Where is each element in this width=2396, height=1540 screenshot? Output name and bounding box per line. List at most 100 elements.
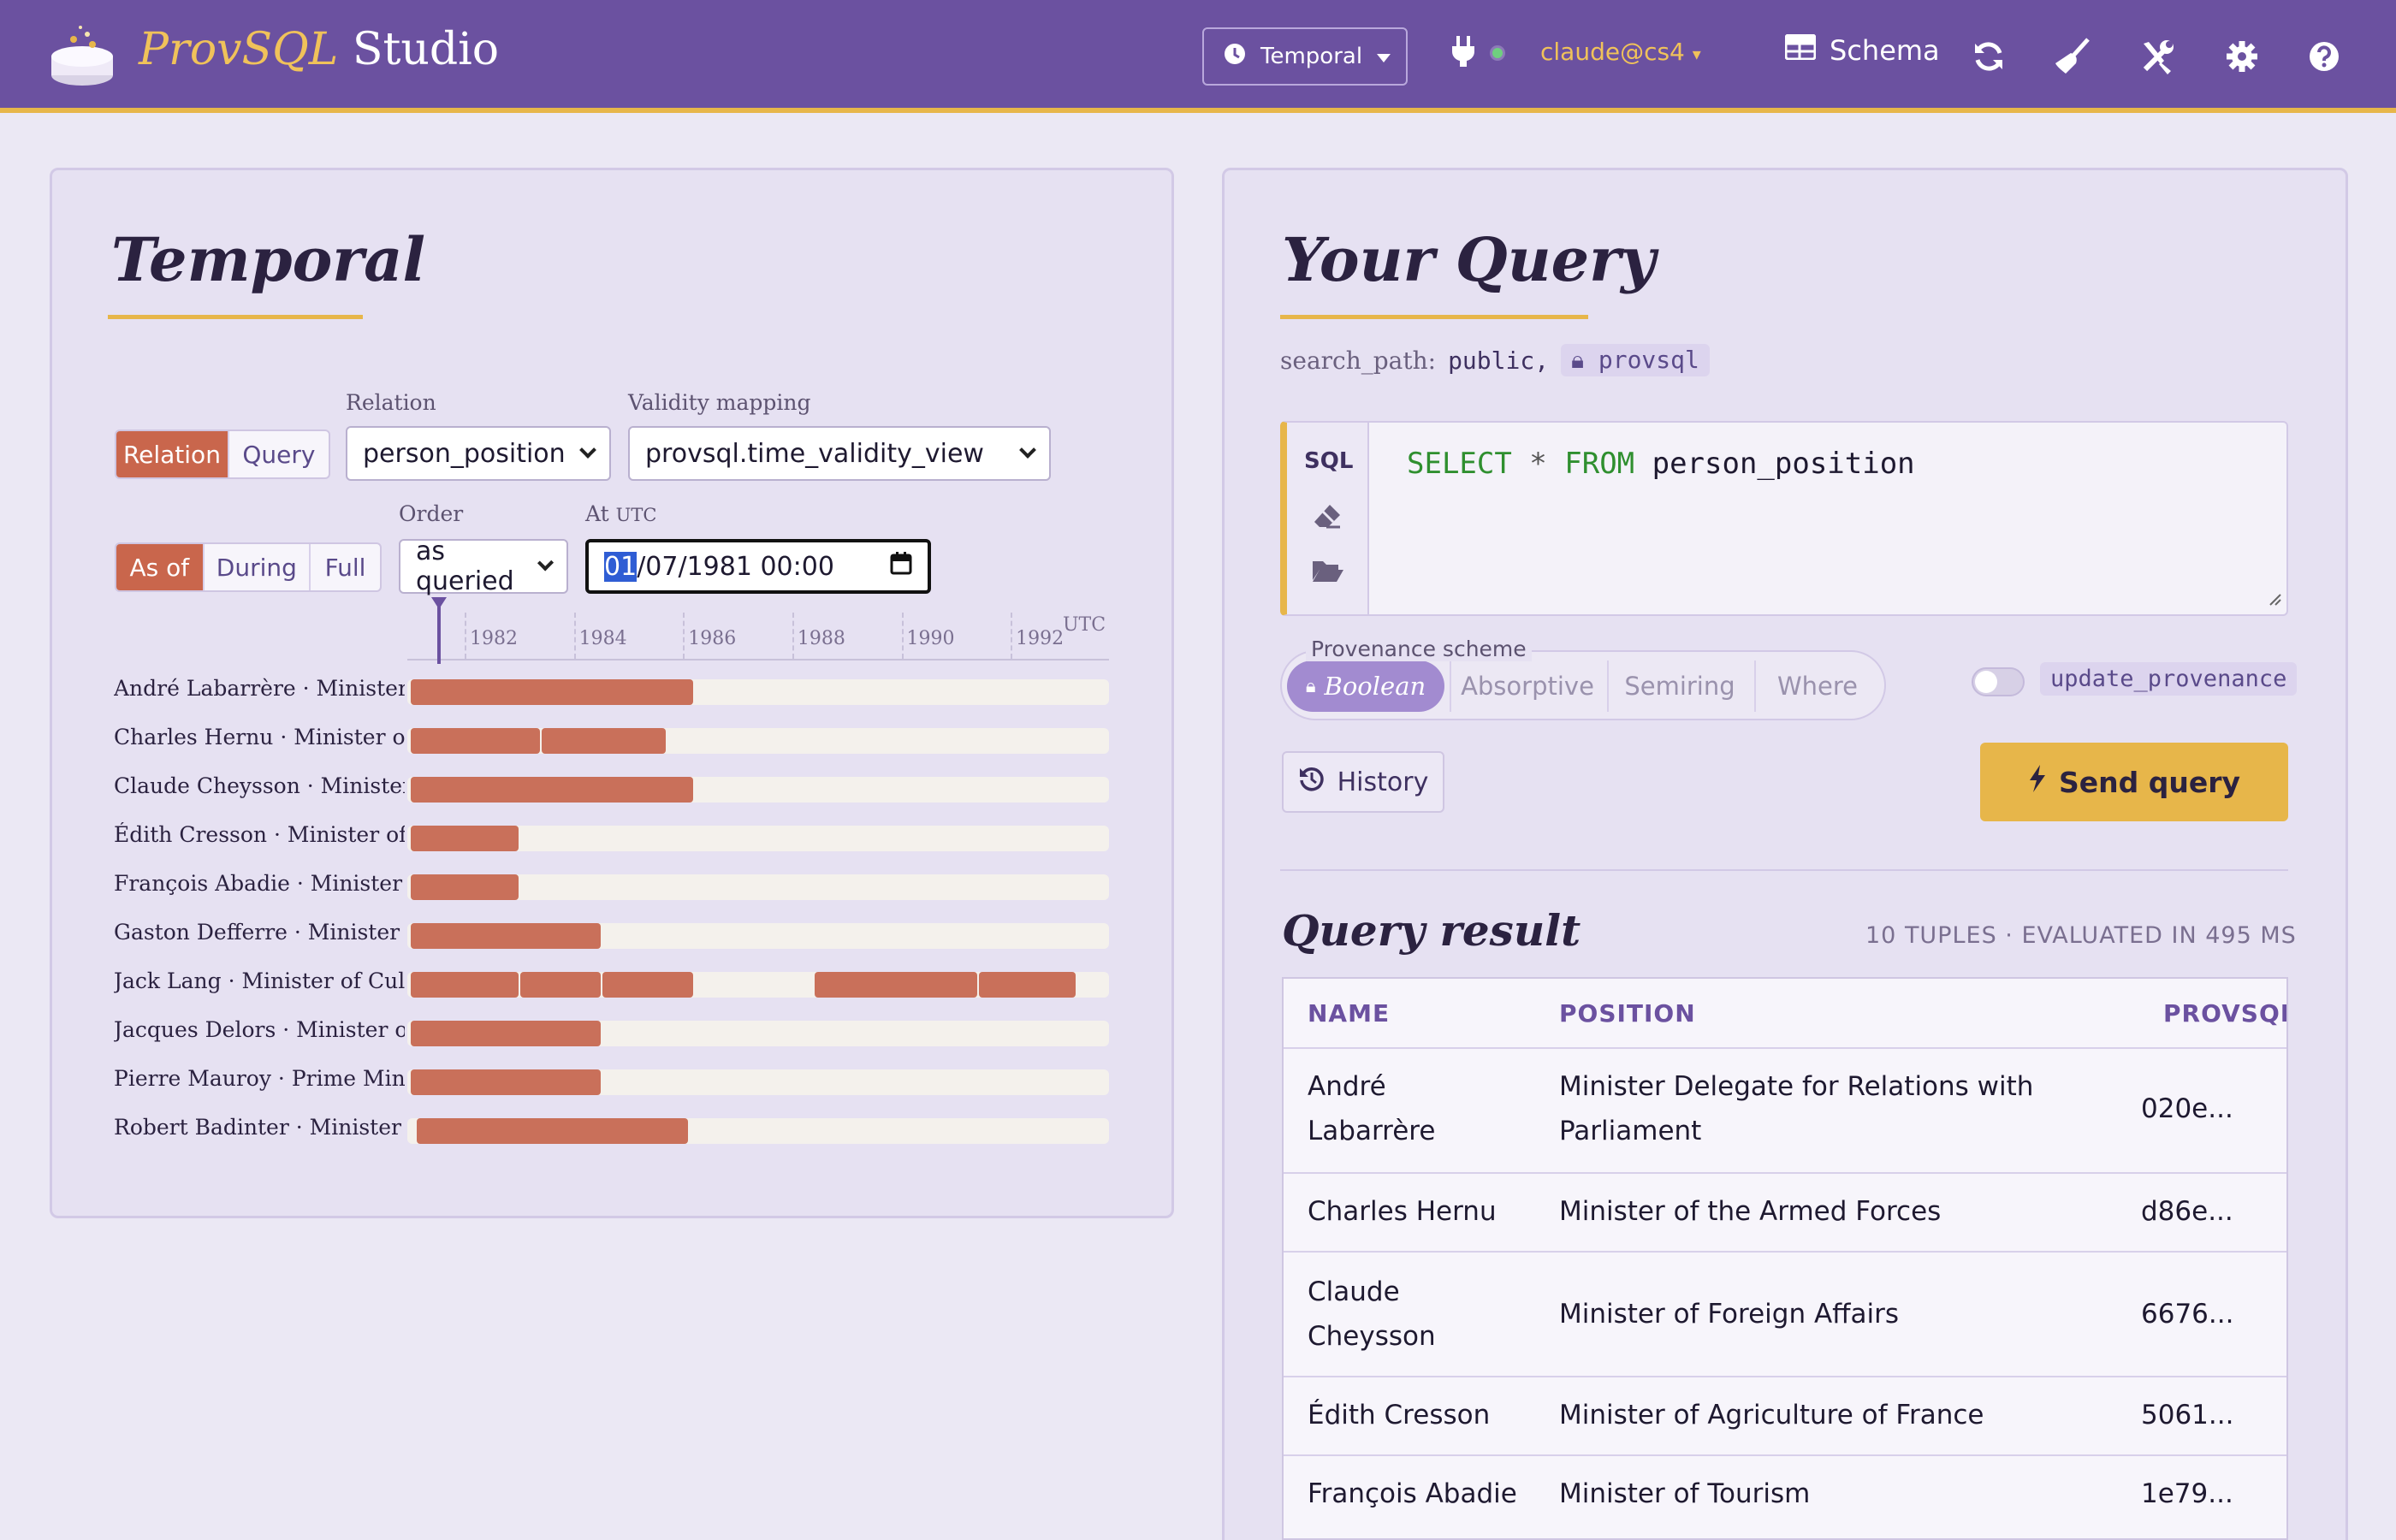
cell-provsql[interactable]: 5061... <box>2141 1393 2233 1437</box>
order-label: Order <box>399 501 464 526</box>
cell-provsql[interactable]: 1e79... <box>2141 1472 2233 1516</box>
cell-name-line: Labarrère <box>1308 1116 1436 1146</box>
table-row[interactable]: Claude Cheysson Minister of Foreign Affai… <box>1284 1251 2286 1376</box>
title-underline <box>108 315 363 319</box>
prov-option-boolean[interactable]: 🔒︎ Boolean <box>1287 660 1444 712</box>
prov-option-absorptive[interactable]: Absorptive <box>1450 660 1604 712</box>
validity-period-bar[interactable] <box>411 972 519 998</box>
mode-toggle: As of During Full <box>115 542 382 592</box>
timeline-row-label: Robert Badinter · Minister of ... <box>114 1115 405 1140</box>
sql-editor[interactable]: SQL SELECT * FROM person_position <box>1280 421 2288 616</box>
validity-period-bar[interactable] <box>542 728 667 754</box>
cell-provsql[interactable]: 020e... <box>2141 1087 2233 1131</box>
timeline-row-label: François Abadie · Minister of ... <box>114 871 405 896</box>
timeline-row-label: Jack Lang · Minister of Cultu... <box>114 968 405 993</box>
history-button[interactable]: History <box>1282 751 1444 813</box>
as-of-marker[interactable] <box>437 602 441 664</box>
table-row[interactable]: François Abadie Minister of Tourism 1e79… <box>1284 1454 2286 1533</box>
calendar-icon[interactable] <box>890 551 912 582</box>
cell-name: Édith Cresson <box>1308 1400 1491 1430</box>
table-row[interactable]: Édith Cresson Minister of Agriculture of… <box>1284 1376 2286 1454</box>
relation-label: Relation <box>346 390 436 415</box>
axis-tick-label: 1982 <box>470 628 518 649</box>
result-meta: 10 TUPLES · EVALUATED IN 495 MS <box>1865 922 2297 949</box>
connection-status[interactable] <box>1450 34 1505 72</box>
column-header-provsql[interactable]: PROVSQL <box>2163 979 2286 1047</box>
cell-name: André Labarrère <box>1308 1064 1435 1153</box>
validity-period-bar[interactable] <box>815 972 977 998</box>
axis-tick-label: 1990 <box>906 628 955 649</box>
validity-period-bar[interactable] <box>416 1118 688 1144</box>
editor-sidebar: SQL <box>1287 423 1369 614</box>
sql-tag: SQL <box>1304 448 1354 474</box>
prov-option-where[interactable]: Where <box>1754 660 1879 712</box>
prov-option-semiring[interactable]: Semiring <box>1607 660 1751 712</box>
tab-full[interactable]: Full <box>311 544 380 590</box>
tab-during[interactable]: During <box>205 544 311 590</box>
temporal-title: Temporal <box>111 224 426 295</box>
app-title-rest: Studio <box>338 24 500 75</box>
send-query-button[interactable]: Send query <box>1980 743 2288 821</box>
validity-period-bar[interactable] <box>978 972 1076 998</box>
status-dot <box>1490 45 1505 61</box>
validity-period-bar[interactable] <box>411 728 541 754</box>
validity-period-bar[interactable] <box>519 972 601 998</box>
cell-provsql[interactable]: 6676... <box>2141 1292 2233 1336</box>
timeline-row-label: André Labarrère · Minister D... <box>114 676 405 701</box>
resize-handle-icon[interactable] <box>2268 592 2281 609</box>
folder-open-icon[interactable] <box>1311 558 1343 587</box>
table-icon <box>1784 33 1817 67</box>
table-row[interactable]: Charles Hernu Minister of the Armed Forc… <box>1284 1172 2286 1251</box>
tab-relation[interactable]: Relation <box>116 431 229 477</box>
gear-icon[interactable] <box>2218 33 2266 80</box>
cell-name-line: André <box>1308 1071 1386 1102</box>
axis-tick-label: 1992 <box>1016 628 1065 649</box>
axis-tick <box>573 613 576 659</box>
validity-period-bar[interactable] <box>602 972 693 998</box>
order-select[interactable]: as queried <box>399 536 568 596</box>
help-icon[interactable] <box>2300 33 2348 80</box>
column-header-position[interactable]: POSITION <box>1559 979 1696 1047</box>
provsql-logo <box>48 22 116 91</box>
tab-as-of[interactable]: As of <box>116 544 205 590</box>
table-row[interactable]: André Labarrère Minister Delegate for Rel… <box>1284 1047 2286 1172</box>
axis-tick <box>792 613 794 659</box>
result-table: NAME POSITION PROVSQL André Labarrère Min… <box>1282 977 2288 1540</box>
mode-select-label: Temporal <box>1260 44 1363 69</box>
column-header-name[interactable]: NAME <box>1308 979 1390 1047</box>
validity-period-bar[interactable] <box>411 826 519 851</box>
eraser-icon[interactable] <box>1313 503 1342 532</box>
cell-provsql[interactable]: d86e... <box>2141 1189 2233 1234</box>
refresh-icon[interactable] <box>1965 33 2013 80</box>
validity-period-bar[interactable] <box>411 1021 601 1046</box>
user-menu[interactable]: claude@cs4 ▾ <box>1540 38 1701 66</box>
broom-icon[interactable] <box>2049 33 2096 80</box>
axis-tick <box>465 613 466 659</box>
validity-select[interactable]: provsql.time_validity_view <box>628 426 1051 481</box>
relation-select[interactable]: person_position <box>346 426 611 481</box>
axis-tick <box>901 613 904 659</box>
tab-query[interactable]: Query <box>229 431 329 477</box>
validity-period-bar[interactable] <box>411 777 694 803</box>
result-title: Query result <box>1282 905 1581 956</box>
validity-value: provsql.time_validity_view <box>645 438 984 469</box>
axis-unit: UTC <box>1063 614 1106 636</box>
validity-period-bar[interactable] <box>411 1069 601 1095</box>
source-toggle: Relation Query <box>115 429 330 479</box>
validity-period-bar[interactable] <box>411 874 519 900</box>
search-path-public: public, <box>1448 346 1550 375</box>
divider <box>1280 869 2288 871</box>
clock-icon <box>1223 42 1247 72</box>
user-name: claude@cs4 <box>1540 38 1685 66</box>
cell-name: François Abadie <box>1308 1478 1517 1509</box>
validity-period-bar[interactable] <box>411 679 694 705</box>
tools-icon[interactable] <box>2134 33 2182 80</box>
sql-code[interactable]: SELECT * FROM person_position <box>1407 447 1915 481</box>
at-unit: UTC <box>615 505 657 525</box>
axis-tick-label: 1988 <box>797 628 845 649</box>
mode-select[interactable]: Temporal <box>1202 27 1408 86</box>
validity-period-bar[interactable] <box>411 923 601 949</box>
toggle-knob <box>1975 671 1997 693</box>
at-datetime-input[interactable]: 01/07/1981 00:00 <box>585 539 931 594</box>
schema-button[interactable]: Schema <box>1784 33 1940 67</box>
